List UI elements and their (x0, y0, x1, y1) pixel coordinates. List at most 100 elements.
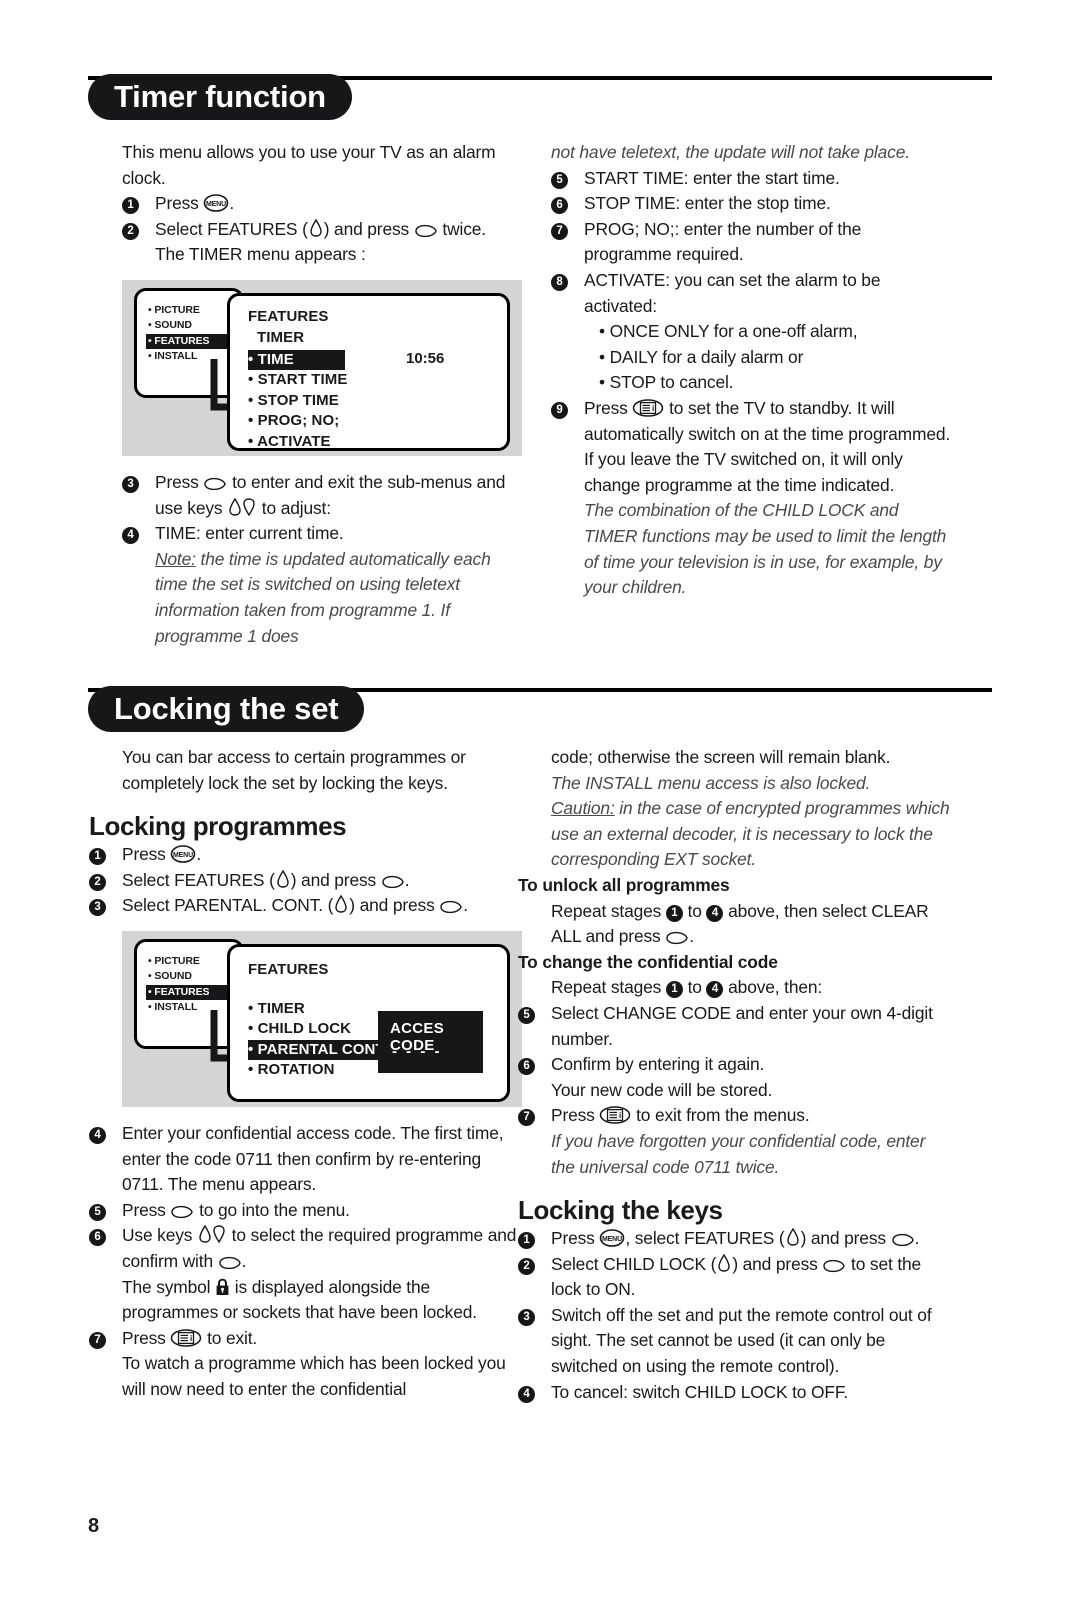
cursor-up-down-icon (716, 1253, 732, 1273)
step-text: Use keys to select the required programm… (122, 1224, 517, 1271)
locking-symbol-line: The symbol is displayed alongside the pr… (122, 1275, 522, 1326)
menu-item-picture: • PICTURE (148, 954, 200, 967)
cursor-up-down-icon (227, 497, 257, 517)
timer-step-8: 8 ACTIVATE: you can set the alarm to be … (551, 268, 951, 319)
cursor-right-icon (891, 1233, 915, 1247)
cursor-up-down-icon (785, 1227, 801, 1247)
timer-step-7: 7 PROG; NO;: enter the number of the pro… (551, 217, 951, 268)
step-number: 6 (518, 1052, 551, 1078)
unlock-all-body: Repeat stages 1 to 4 above, then select … (551, 899, 951, 950)
timer-step-6: 6 STOP TIME: enter the stop time. (551, 191, 951, 217)
forgot-code-italic: If you have forgotten your confidential … (551, 1130, 926, 1177)
step-number: 5 (518, 1001, 551, 1027)
figure-item-prog-no: • PROG; NO; (248, 412, 340, 430)
change-step-6-cont: Your new code will be stored. (551, 1079, 773, 1100)
step-text: Enter your confidential access code. The… (122, 1122, 504, 1195)
step-text: START TIME: enter the start time. (584, 167, 840, 188)
timer-left-column: This menu allows you to use your TV as a… (122, 140, 522, 649)
timer-right-column: not have teletext, the update will not t… (551, 140, 951, 601)
figure-item-stop-time: • STOP TIME (248, 391, 339, 409)
cursor-up-down-icon (333, 894, 349, 914)
figure-item-start-time: • START TIME (248, 371, 348, 389)
figure-time-value: 10:56 (406, 349, 445, 367)
locking-step-1: 1 Press MENU. (89, 842, 522, 868)
locking-section-header: Locking the set (88, 686, 992, 732)
locking-right-column: code; otherwise the screen will remain b… (518, 745, 951, 1405)
figure-item-child-lock: • CHILD LOCK (248, 1020, 352, 1038)
change-mid: to (682, 977, 707, 998)
svg-text:MENU: MENU (602, 1236, 622, 1243)
svg-text:i: i (652, 404, 654, 413)
locking-step-4: 4 Enter your confidential access code. T… (89, 1121, 522, 1198)
manual-page: Timer function This menu allows you to u… (0, 0, 1080, 1620)
menu-item-features-selected: • FEATURES (146, 333, 230, 350)
timer-menu-figure: • PICTURE • SOUND • FEATURES • INSTALL F… (122, 279, 522, 456)
figure-item-rotation: • ROTATION (248, 1061, 335, 1079)
step-text: Select PARENTAL. CONT. () and press . (122, 894, 468, 916)
locking-programmes-subhead: Locking programmes (89, 811, 347, 842)
access-code-box: ACCES CODE - - - - (378, 1010, 483, 1073)
figure-item-time-selected: • TIME (248, 349, 345, 371)
step-text: TIME: enter current time. (155, 523, 344, 544)
menu-key-icon: MENU (203, 194, 229, 212)
note-text: the time is updated automatically each t… (155, 548, 491, 646)
locking-keys-subhead: Locking the keys (518, 1195, 723, 1226)
menu-item-sound: • SOUND (148, 319, 192, 332)
stage-badge-1: 1 (665, 981, 683, 999)
step-number: 4 (518, 1380, 551, 1406)
step-text: Press MENU. (122, 844, 202, 865)
timer-step-9: 9 Press i to set the TV to standby. It w… (551, 396, 951, 498)
svg-text:MENU: MENU (206, 201, 226, 208)
keys-step-3: 3 Switch off the set and put the remote … (518, 1303, 951, 1380)
timer-note: Note: the time is updated automatically … (122, 547, 522, 649)
change-lead: Repeat stages (551, 977, 666, 998)
timer-step-3: 3 Press to enter and exit the sub-menus … (122, 470, 522, 521)
page-number: 8 (88, 1515, 100, 1537)
step-number: 7 (89, 1326, 122, 1352)
locking-step-6: 6 Use keys to select the required progra… (89, 1223, 522, 1274)
unlock-all-heading: To unlock all programmes (518, 874, 730, 895)
cursor-up-down-icon (275, 869, 291, 889)
step-number: 2 (518, 1252, 551, 1278)
locking-step-3: 3 Select PARENTAL. CONT. () and press . (89, 893, 522, 919)
step-number: 4 (89, 1121, 122, 1147)
cursor-right-icon (218, 1256, 242, 1270)
note-label: Note: (155, 548, 196, 569)
teletext-exit-icon: i (170, 1328, 202, 1347)
parental-menu-figure: • PICTURE • SOUND • FEATURES • INSTALL F… (122, 930, 522, 1107)
step-text: Press to go into the menu. (122, 1199, 350, 1220)
step-text-lead: Press (584, 397, 633, 418)
cursor-right-icon (822, 1259, 846, 1273)
step-number: 3 (122, 470, 155, 496)
timer-section-header: Timer function (88, 74, 992, 120)
step-number: 7 (551, 217, 584, 243)
step-number: 4 (122, 521, 155, 547)
step-text: STOP TIME: enter the stop time. (584, 193, 831, 214)
step-text: Select CHANGE CODE and enter your own 4-… (551, 1002, 933, 1049)
menu-key-icon: MENU (170, 845, 196, 863)
timer-step-5: 5 START TIME: enter the start time. (551, 166, 951, 192)
figure-item-activate: • ACTIVATE (248, 432, 331, 450)
timer-step-2-cont: The TIMER menu appears : (155, 244, 366, 265)
activate-option-stop: • STOP to cancel. (599, 372, 734, 393)
step-text: Confirm by entering it again. (551, 1054, 765, 1075)
step-text-lead: Press (551, 1105, 600, 1126)
step-number: 5 (551, 166, 584, 192)
locking-step-2: 2 Select FEATURES () and press . (89, 868, 522, 894)
step-number: 1 (89, 842, 122, 868)
stage-badge-4: 4 (706, 981, 724, 999)
locking-intro: You can bar access to certain programmes… (122, 747, 466, 793)
change-code-body: Repeat stages 1 to 4 above, then: (551, 975, 951, 1001)
change-code-heading: To change the confidential code (518, 951, 778, 972)
step-text-rest: to exit. (202, 1327, 258, 1348)
figure-item-parental-cont-selected: • PARENTAL CONT (248, 1039, 389, 1061)
cursor-up-down-icon (197, 1224, 227, 1244)
timer-step-4: 4 TIME: enter current time. (122, 521, 522, 547)
cursor-right-icon (381, 875, 405, 889)
step-number: 3 (518, 1303, 551, 1329)
unlock-end: . (689, 926, 694, 947)
step-text-lead: Press (122, 1327, 171, 1348)
caution-label: Caution: (551, 798, 615, 819)
step-number: 9 (551, 396, 584, 422)
keys-step-2: 2 Select CHILD LOCK () and press to set … (518, 1252, 951, 1303)
